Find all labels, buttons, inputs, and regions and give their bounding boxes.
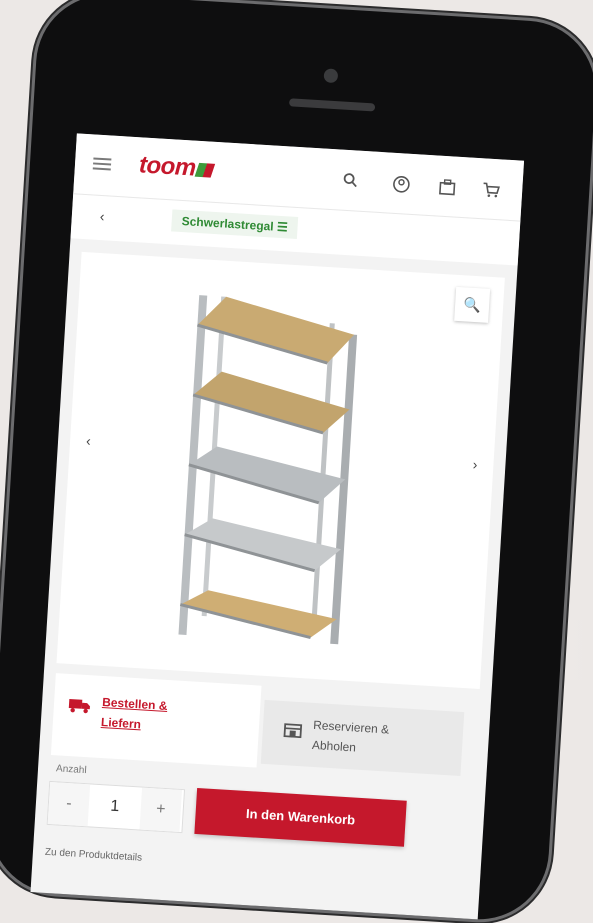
menu-icon[interactable]	[92, 154, 112, 173]
add-to-cart-button[interactable]: In den Warenkorb	[194, 787, 407, 847]
magnifier-icon[interactable]: 🔍	[454, 286, 491, 323]
earpiece-speaker	[288, 98, 376, 112]
gallery-prev-button[interactable]: ‹	[86, 433, 92, 449]
store-pickup-icon	[283, 723, 303, 739]
app-screen: toom ‹ Schwerlastregal ☰ 🔍 ‹ › Bestellen…	[30, 133, 525, 920]
cart-icon[interactable]	[481, 180, 500, 204]
phone-frame: toom ‹ Schwerlastregal ☰ 🔍 ‹ › Bestellen…	[0, 0, 593, 923]
tab-pickup[interactable]: Reservieren & Abholen	[260, 699, 465, 777]
chevron-left-icon: ‹	[85, 432, 92, 449]
chevron-right-icon: ›	[472, 456, 478, 473]
product-details-link[interactable]: Zu den Produktdetails	[45, 847, 143, 864]
tab-delivery-label: Bestellen & Liefern	[100, 695, 168, 732]
front-camera	[323, 68, 339, 84]
gallery-next-button[interactable]: ›	[472, 456, 478, 472]
list-icon: ☰	[276, 219, 289, 235]
tab-delivery[interactable]: Bestellen & Liefern	[50, 673, 262, 768]
quantity-decrease-button[interactable]: -	[47, 781, 91, 827]
chevron-left-icon[interactable]: ‹	[99, 208, 105, 224]
product-image-gallery: 🔍 ‹ ›	[56, 251, 505, 690]
breadcrumb[interactable]: Schwerlastregal ☰	[171, 209, 299, 240]
tab-pickup-label: Reservieren & Abholen	[311, 717, 390, 755]
toom-logo[interactable]: toom	[138, 151, 215, 183]
quantity-label: Anzahl	[55, 763, 87, 777]
store-icon[interactable]	[437, 178, 456, 202]
quantity-stepper: - 1 +	[46, 780, 186, 834]
quantity-increase-button[interactable]: +	[139, 787, 183, 832]
quantity-input[interactable]: 1	[88, 784, 142, 829]
product-image-shelf	[178, 295, 358, 645]
search-icon[interactable]	[342, 172, 359, 194]
purchase-option-tabs: Bestellen & Liefern Reservieren & Abhole…	[50, 673, 480, 781]
delivery-truck-icon	[68, 698, 90, 714]
account-icon[interactable]	[392, 175, 411, 199]
